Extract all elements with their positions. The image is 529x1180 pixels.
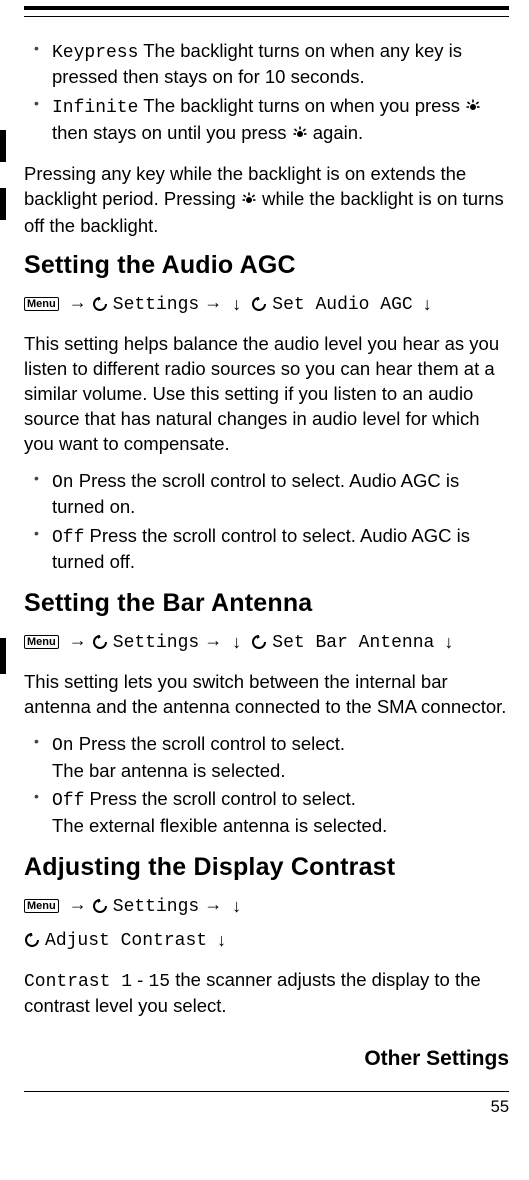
arrow-right-icon: → xyxy=(69,627,87,655)
light-icon xyxy=(241,189,257,214)
option-code: Off xyxy=(52,528,84,548)
arrow-down-icon: ↓ xyxy=(423,291,432,319)
agc-description: This setting helps balance the audio lev… xyxy=(24,332,509,457)
arrow-down-icon: ↓ xyxy=(232,291,241,319)
nav-path-contrast-2: Adjust Contrast ↓ xyxy=(24,924,509,956)
list-item: Off Press the scroll control to select. … xyxy=(52,524,509,575)
option-code: On xyxy=(52,736,74,756)
backlight-para: Pressing any key while the backlight is … xyxy=(24,162,509,239)
arrow-right-icon: → xyxy=(204,891,222,919)
bar-description: This setting lets you switch between the… xyxy=(24,670,509,720)
bar-options-list: On Press the scroll control to select.Th… xyxy=(24,732,509,839)
option-code: On xyxy=(52,473,74,493)
menu-button-icon: Menu xyxy=(24,899,59,913)
agc-options-list: On Press the scroll control to select. A… xyxy=(24,469,509,576)
option-text: then stays on until you press xyxy=(52,122,292,143)
scroll-icon xyxy=(92,288,108,319)
arrow-right-icon: → xyxy=(204,289,222,317)
scroll-icon xyxy=(251,288,267,319)
section-footer-title: Other Settings xyxy=(24,1047,509,1071)
heading-audio-agc: Setting the Audio AGC xyxy=(24,251,509,280)
arrow-right-icon: → xyxy=(69,289,87,317)
menu-button-icon: Menu xyxy=(24,297,59,311)
scroll-icon xyxy=(251,626,267,657)
arrow-right-icon: → xyxy=(69,891,87,919)
list-item: On Press the scroll control to select.Th… xyxy=(52,732,509,783)
heading-bar-antenna: Setting the Bar Antenna xyxy=(24,589,509,618)
contrast-para: Contrast 1 - 15 the scanner adjusts the … xyxy=(24,968,509,1019)
list-item: Off Press the scroll control to select.T… xyxy=(52,787,509,838)
option-code: Off xyxy=(52,791,84,811)
option-code: Infinite xyxy=(52,98,138,118)
scroll-icon xyxy=(92,890,108,921)
light-icon xyxy=(292,123,308,148)
nav-path-agc: Menu → Settings → ↓ Set Audio AGC ↓ xyxy=(24,288,509,320)
nav-path-contrast: Menu → Settings → ↓ xyxy=(24,890,509,922)
list-item: Keypress The backlight turns on when any… xyxy=(52,39,509,90)
light-icon xyxy=(465,96,481,121)
heading-display-contrast: Adjusting the Display Contrast xyxy=(24,853,509,882)
arrow-right-icon: → xyxy=(204,627,222,655)
menu-button-icon: Menu xyxy=(24,635,59,649)
arrow-down-icon: ↓ xyxy=(232,629,241,657)
option-text: The backlight turns on when you press xyxy=(138,95,465,116)
list-item: On Press the scroll control to select. A… xyxy=(52,469,509,520)
option-text: again. xyxy=(308,122,364,143)
arrow-down-icon: ↓ xyxy=(444,629,453,657)
backlight-options-list: Keypress The backlight turns on when any… xyxy=(24,39,509,148)
page-number: 55 xyxy=(24,1098,509,1117)
scroll-icon xyxy=(92,626,108,657)
scroll-icon xyxy=(24,924,40,955)
option-code: Keypress xyxy=(52,43,138,63)
arrow-down-icon: ↓ xyxy=(217,927,226,955)
nav-path-bar: Menu → Settings → ↓ Set Bar Antenna ↓ xyxy=(24,626,509,658)
list-item: Infinite The backlight turns on when you… xyxy=(52,94,509,148)
arrow-down-icon: ↓ xyxy=(232,893,241,921)
